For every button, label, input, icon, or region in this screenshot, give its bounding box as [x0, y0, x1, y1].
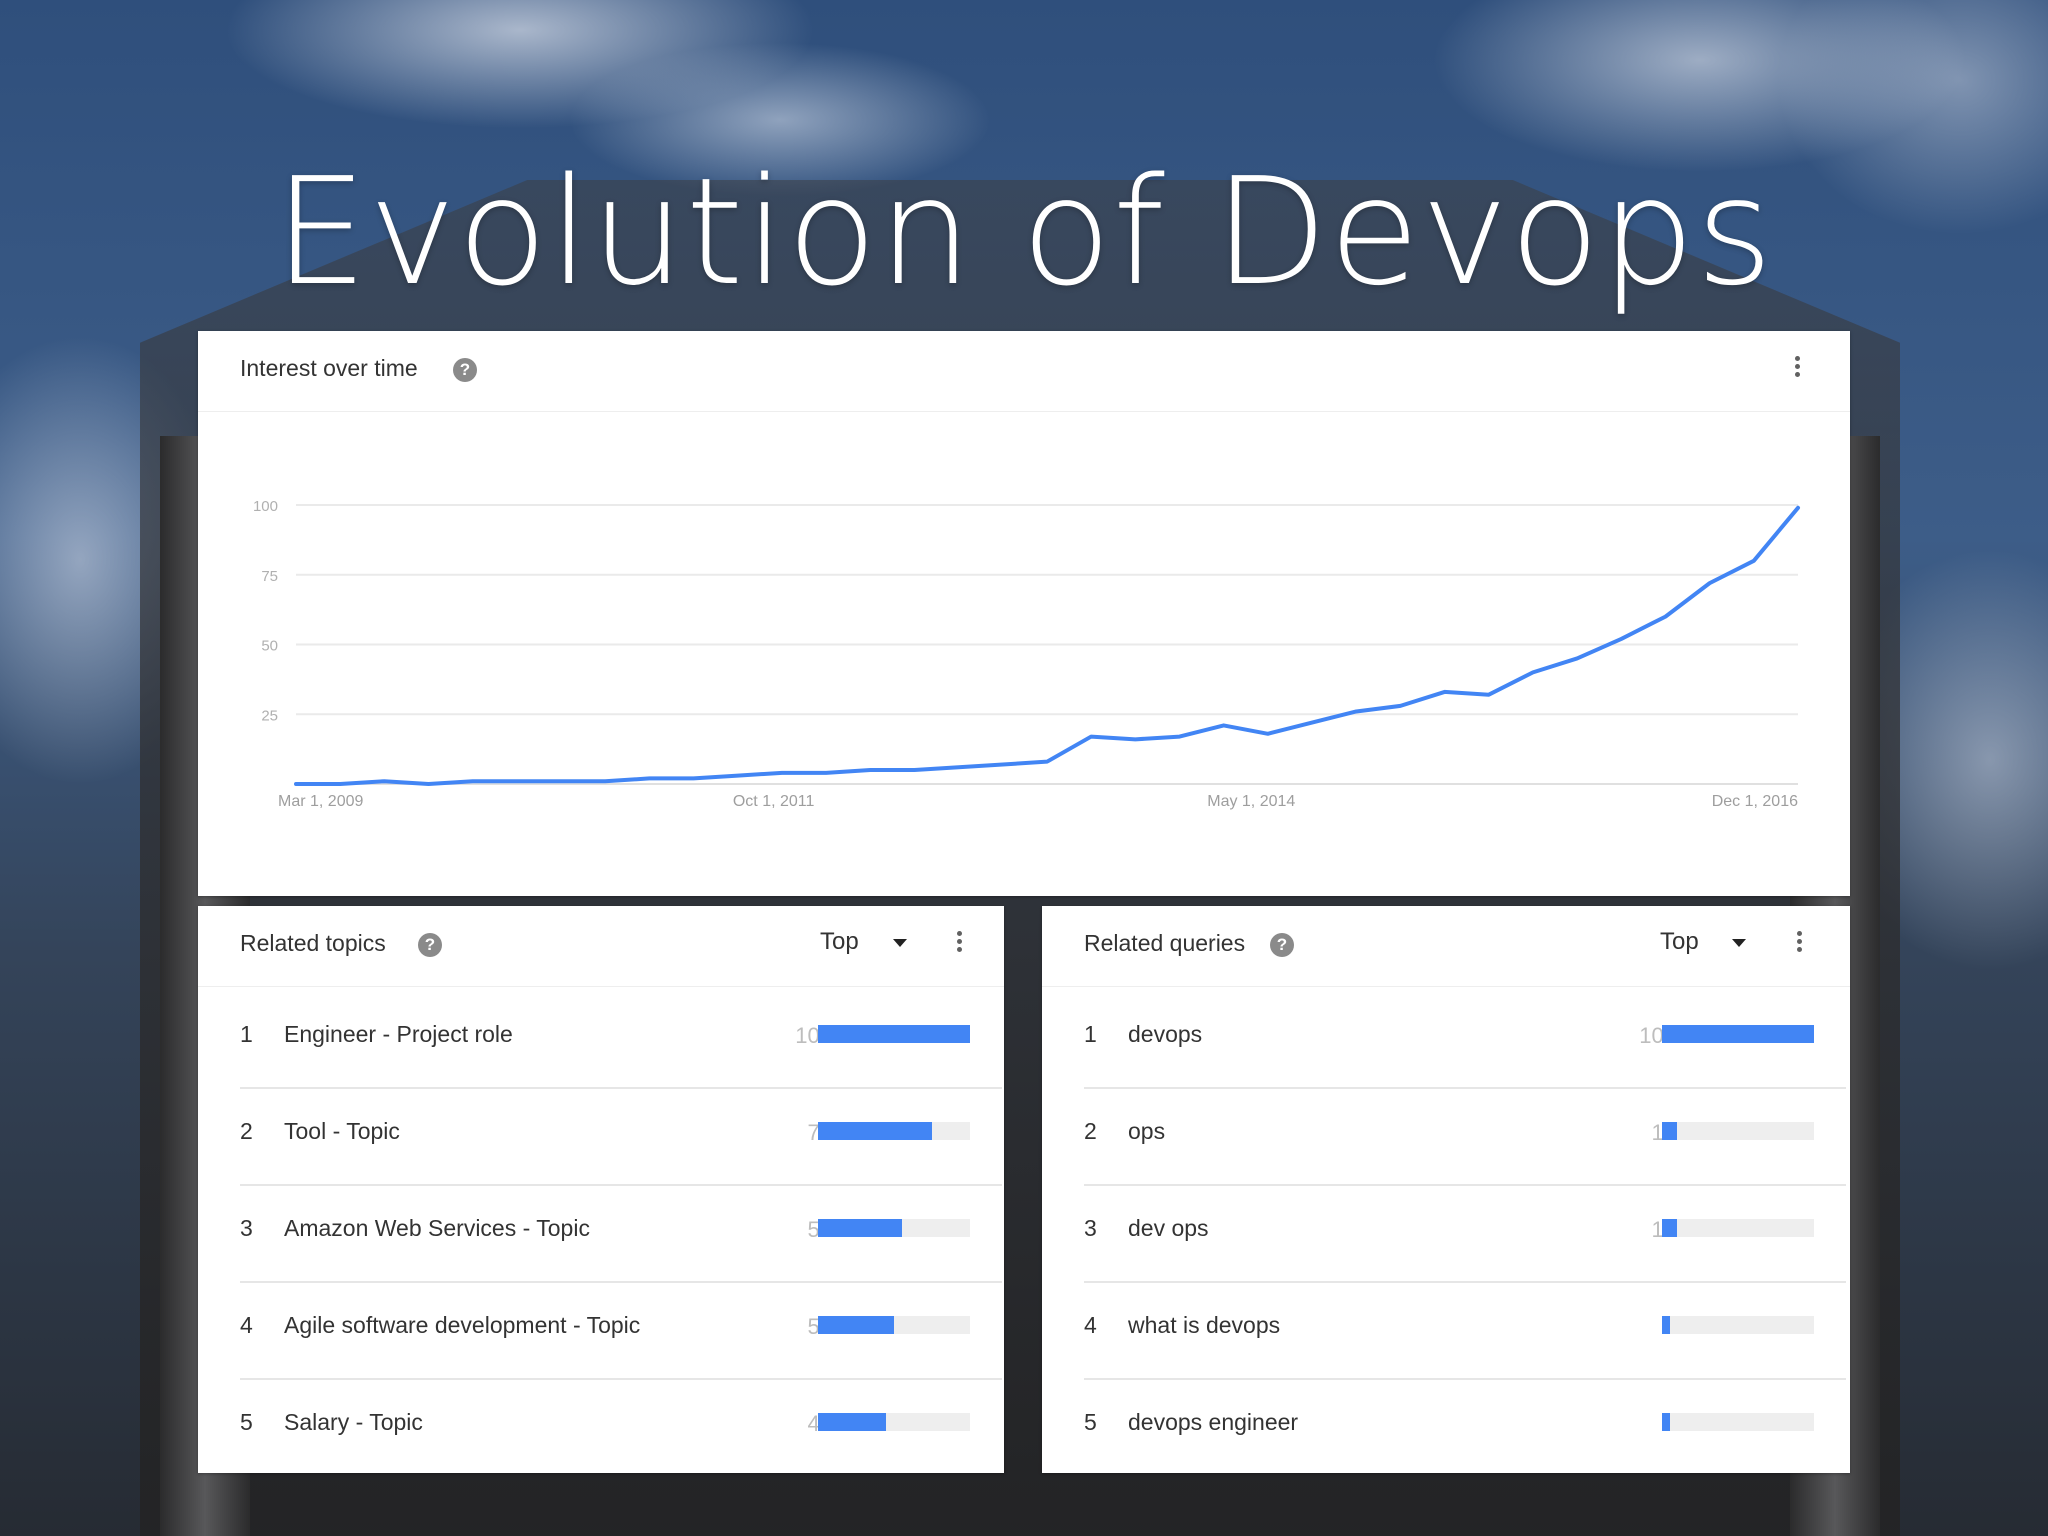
rank-number: 1: [240, 1021, 253, 1047]
item-label[interactable]: Amazon Web Services - Topic: [284, 1215, 590, 1242]
item-label[interactable]: what is devops: [1128, 1312, 1280, 1339]
item-label[interactable]: devops: [1128, 1021, 1202, 1048]
y-tick-label: 25: [261, 707, 278, 724]
card-title: Related queries: [1084, 930, 1246, 956]
value-bar: [1662, 1219, 1814, 1237]
value-bar-fill: [1662, 1413, 1670, 1431]
value-bar: [818, 1122, 970, 1140]
value-bar-fill: [818, 1219, 902, 1237]
more-options-icon[interactable]: [954, 928, 964, 958]
help-icon[interactable]: ?: [418, 933, 442, 957]
value-bar-fill: [818, 1316, 894, 1334]
rank-number: 5: [1084, 1409, 1097, 1435]
y-tick-label: 50: [261, 638, 278, 655]
dropdown-caret-icon[interactable]: [1732, 939, 1746, 947]
list-item[interactable]: 1 devops 100: [1084, 991, 1846, 1089]
interest-over-time-card: Interest over time ? 25 50 75 100 Mar 1, 200…: [198, 331, 1850, 896]
top-filter-select[interactable]: Top: [820, 928, 859, 956]
related-topics-card: Related topics ? Top 1 Engineer - Project…: [198, 906, 1004, 1473]
item-label[interactable]: Tool - Topic: [284, 1118, 400, 1145]
list-item[interactable]: 5Salary - Topic45: [240, 1379, 1002, 1475]
rank-number: 2: [1084, 1118, 1097, 1144]
list-item[interactable]: 5devops engineer5: [1084, 1379, 1846, 1475]
rank-number: 1: [1084, 1021, 1097, 1047]
list-item[interactable]: 2ops10: [1084, 1088, 1846, 1186]
x-tick-label: Dec 1, 2016: [1712, 793, 1798, 810]
x-tick-label: Mar 1, 2009: [278, 793, 363, 810]
value-bar: [818, 1413, 970, 1431]
item-label[interactable]: dev ops: [1128, 1215, 1209, 1242]
item-label[interactable]: ops: [1128, 1118, 1165, 1145]
card-header: Related queries ? Top: [1042, 906, 1850, 987]
dropdown-caret-icon[interactable]: [893, 939, 907, 947]
value-bar-fill: [818, 1122, 932, 1140]
value-bar-fill: [818, 1025, 970, 1043]
list-item[interactable]: 2Tool - Topic75: [240, 1088, 1002, 1186]
help-icon[interactable]: ?: [1270, 933, 1294, 957]
value-bar: [818, 1025, 970, 1043]
rank-number: 5: [240, 1409, 253, 1435]
y-tick-label: 75: [261, 568, 278, 585]
series-line: [294, 505, 1800, 786]
rank-number: 4: [240, 1312, 253, 1338]
value-bar: [818, 1316, 970, 1334]
x-tick-label: May 1, 2014: [1207, 793, 1295, 810]
value-bar: [1662, 1025, 1814, 1043]
value-bar-fill: [1662, 1122, 1678, 1140]
list-item[interactable]: 4what is devops5: [1084, 1282, 1846, 1380]
rank-number: 3: [1084, 1215, 1097, 1241]
rank-number: 4: [1084, 1312, 1097, 1338]
list-item[interactable]: 3Amazon Web Services - Topic55: [240, 1185, 1002, 1283]
interest-line-chart: 25 50 75 100 Mar 1, 2009 Oct 1, 2011 May 1, 20…: [253, 498, 1800, 810]
card-header: Related topics ? Top: [198, 906, 1004, 987]
rank-number: 2: [240, 1118, 253, 1144]
slide-title: Evolution of Devops: [273, 146, 1774, 318]
item-label[interactable]: Agile software development - Topic: [284, 1312, 640, 1339]
value-bar-fill: [1662, 1316, 1670, 1334]
value-bar-fill: [1662, 1025, 1814, 1043]
value-bar: [1662, 1316, 1814, 1334]
value-bar-fill: [1662, 1219, 1678, 1237]
card-title: Related topics: [240, 930, 386, 956]
value-bar: [818, 1219, 970, 1237]
top-filter-select[interactable]: Top: [1660, 928, 1699, 956]
item-label[interactable]: devops engineer: [1128, 1409, 1298, 1436]
y-tick-label: 100: [253, 498, 278, 515]
more-options-icon[interactable]: [1794, 928, 1804, 958]
value-bar: [1662, 1413, 1814, 1431]
list-item[interactable]: 1 Engineer - Project role 100: [240, 991, 1002, 1089]
item-label[interactable]: Salary - Topic: [284, 1409, 423, 1436]
rank-number: 3: [240, 1215, 253, 1241]
item-label[interactable]: Engineer - Project role: [284, 1021, 513, 1048]
value-bar: [1662, 1122, 1814, 1140]
x-tick-label: Oct 1, 2011: [733, 793, 815, 810]
related-queries-card: Related queries ? Top 1devops1002ops103d…: [1042, 906, 1850, 1473]
list-item[interactable]: 3dev ops10: [1084, 1185, 1846, 1283]
list-item[interactable]: 4Agile software development - Topic50: [240, 1282, 1002, 1380]
value-bar-fill: [818, 1413, 887, 1431]
